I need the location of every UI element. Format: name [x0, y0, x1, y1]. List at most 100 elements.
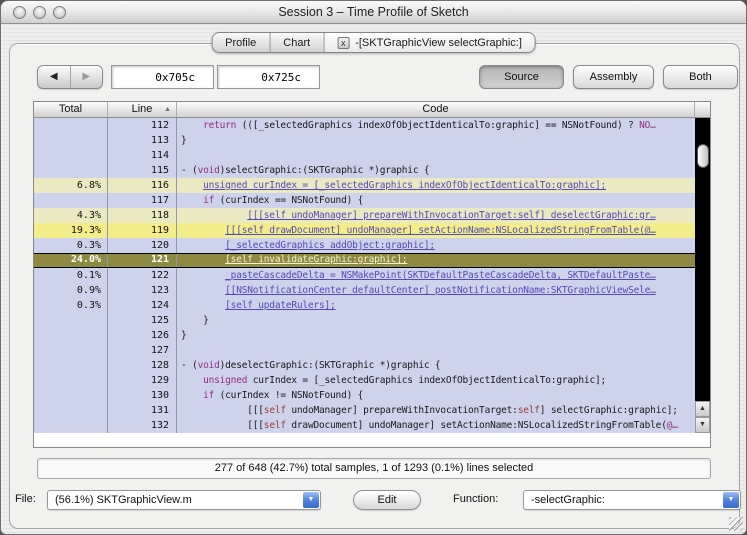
table-row[interactable]: 0.1% 122 _pasteCascadeDelta = NSMakePoint… — [34, 268, 710, 283]
sort-ascending-icon: ▲ — [164, 106, 171, 113]
code-segment: [self invalidateGraphic:graphic]; — [225, 254, 408, 265]
assembly-view-button[interactable]: Assembly — [573, 65, 654, 89]
code-cell: [[NSNotificationCenter defaultCenter] po… — [177, 283, 710, 298]
address-end-field[interactable] — [217, 65, 320, 89]
table-row[interactable]: 132 [[[self drawDocument] undoManager] s… — [34, 418, 710, 433]
code-cell: _pasteCascadeDelta = NSMakePoint(SKTDefa… — [177, 268, 710, 283]
samples-status-bar: 277 of 648 (42.7%) total samples, 1 of 1… — [37, 458, 711, 479]
back-button[interactable]: ◀ — [38, 66, 71, 88]
scrollbar-thumb[interactable] — [696, 144, 709, 168]
tab-browser-source[interactable]: x -[SKTGraphicView selectGraphic:] — [323, 33, 535, 52]
table-row[interactable]: 6.8% 116 unsigned curIndex = [_selectedGr… — [34, 178, 710, 193]
table-row[interactable]: 4.3% 118 [[[self undoManager] prepareWith… — [34, 208, 710, 223]
total-cell — [34, 118, 108, 133]
code-segment: - ( — [181, 360, 198, 371]
title-bar[interactable]: Session 3 – Time Profile of Sketch — [1, 1, 746, 24]
code-segment: if — [203, 195, 215, 206]
total-cell — [34, 193, 108, 208]
line-cell: 116 — [108, 178, 177, 193]
forward-button[interactable]: ▶ — [71, 66, 103, 88]
column-header-total[interactable]: Total — [34, 102, 108, 117]
forward-icon: ▶ — [82, 71, 91, 82]
total-cell: 19.3% — [34, 223, 108, 238]
code-segment: self — [263, 405, 286, 416]
table-row[interactable]: 0.9% 123 [[NSNotificationCenter defaultCe… — [34, 283, 710, 298]
table-row[interactable]: 127 — [34, 343, 710, 358]
table-row[interactable]: 114 — [34, 148, 710, 163]
line-cell: 127 — [108, 343, 177, 358]
table-row[interactable]: 130 if (curIndex != NSNotFound) { — [34, 388, 710, 403]
file-popup[interactable]: (56.1%) SKTGraphicView.m ▼ — [47, 490, 321, 510]
session-tab-strip: Profile Chart x -[SKTGraphicView selectG… — [211, 32, 536, 53]
line-cell: 130 — [108, 388, 177, 403]
table-row[interactable]: 19.3% 119 [[[self drawDocument] undoManag… — [34, 223, 710, 238]
line-cell: 131 — [108, 403, 177, 418]
table-row[interactable]: 128- (void)deselectGraphic:(SKTGraphic *… — [34, 358, 710, 373]
code-cell: [[[self drawDocument] undoManager] setAc… — [177, 418, 710, 433]
code-segment: ] selectGraphic:graphic]; — [539, 405, 678, 416]
code-cell: if (curIndex == NSNotFound) { — [177, 193, 710, 208]
total-cell: 0.3% — [34, 238, 108, 253]
column-header-code[interactable]: Code — [177, 102, 695, 117]
code-cell: - (void)selectGraphic:(SKTGraphic *)grap… — [177, 163, 710, 178]
code-segment: )selectGraphic:(SKTGraphic *)graphic { — [219, 165, 430, 176]
code-segment: [[[self drawDocument] undoManager] setAc… — [225, 225, 656, 236]
function-popup[interactable]: -selectGraphic: ▼ — [523, 490, 741, 510]
edit-button[interactable]: Edit — [353, 490, 421, 510]
address-start-field[interactable] — [111, 65, 214, 89]
code-segment: } — [181, 330, 187, 341]
back-icon: ◀ — [49, 71, 58, 82]
history-nav-control: ◀ ▶ — [37, 65, 103, 89]
code-segment: (curIndex == NSNotFound) { — [214, 195, 364, 206]
scrollbar-track[interactable] — [695, 118, 710, 401]
code-segment: } — [181, 315, 209, 326]
line-cell: 112 — [108, 118, 177, 133]
total-cell — [34, 373, 108, 388]
tab-close-icon[interactable]: x — [337, 36, 350, 49]
code-cell: [[[self undoManager] prepareWithInvocati… — [177, 403, 710, 418]
table-row[interactable]: 131 [[[self undoManager] prepareWithInvo… — [34, 403, 710, 418]
table-row[interactable]: 0.3% 120 [_selectedGraphics addObject:gra… — [34, 238, 710, 253]
resize-grip[interactable] — [729, 517, 743, 531]
column-header-line[interactable]: Line ▲ — [108, 102, 177, 117]
code-segment: void — [197, 360, 220, 371]
popup-arrow-icon: ▼ — [723, 492, 739, 508]
total-cell: 0.3% — [34, 298, 108, 313]
source-view-button[interactable]: Source — [479, 65, 564, 89]
table-body: 112 return (([_selectedGraphics indexOfO… — [34, 118, 710, 433]
table-row[interactable]: 0.3% 124 [self updateRulers]; — [34, 298, 710, 313]
total-cell — [34, 328, 108, 343]
tab-chart[interactable]: Chart — [269, 33, 323, 52]
line-cell: 113 — [108, 133, 177, 148]
table-row[interactable]: 117 if (curIndex == NSNotFound) { — [34, 193, 710, 208]
table-row[interactable]: 125 } — [34, 313, 710, 328]
code-segment: unsigned — [203, 375, 248, 386]
code-cell: [[[self undoManager] prepareWithInvocati… — [177, 208, 710, 223]
tab-profile[interactable]: Profile — [212, 33, 269, 52]
code-cell: [_selectedGraphics addObject:graphic]; — [177, 238, 710, 253]
table-row[interactable]: 115- (void)selectGraphic:(SKTGraphic *)g… — [34, 163, 710, 178]
file-label: File: — [15, 493, 36, 505]
tab-label: -[SKTGraphicView selectGraphic:] — [355, 36, 522, 49]
scroll-up-button[interactable]: ▲ — [695, 401, 710, 417]
code-segment: _pasteCascadeDelta = NSMakePoint(SKTDefa… — [225, 270, 656, 281]
table-row[interactable]: 24.0% 121 [self invalidateGraphic:graphic… — [34, 253, 710, 268]
code-segment: [[[ — [181, 405, 264, 416]
code-cell: if (curIndex != NSNotFound) { — [177, 388, 710, 403]
code-cell: } — [177, 313, 710, 328]
scroll-down-button[interactable]: ▼ — [695, 417, 710, 433]
line-cell: 128 — [108, 358, 177, 373]
table-row[interactable]: 129 unsigned curIndex = [_selectedGraphi… — [34, 373, 710, 388]
table-row[interactable]: 126} — [34, 328, 710, 343]
both-view-button[interactable]: Both — [663, 65, 738, 89]
function-label: Function: — [453, 493, 499, 505]
total-cell: 24.0% — [34, 254, 108, 267]
table-row[interactable]: 113} — [34, 133, 710, 148]
table-row[interactable]: 112 return (([_selectedGraphics indexOfO… — [34, 118, 710, 133]
tab-label: Chart — [283, 36, 311, 49]
vertical-scrollbar[interactable]: ▲ ▼ — [695, 118, 710, 433]
